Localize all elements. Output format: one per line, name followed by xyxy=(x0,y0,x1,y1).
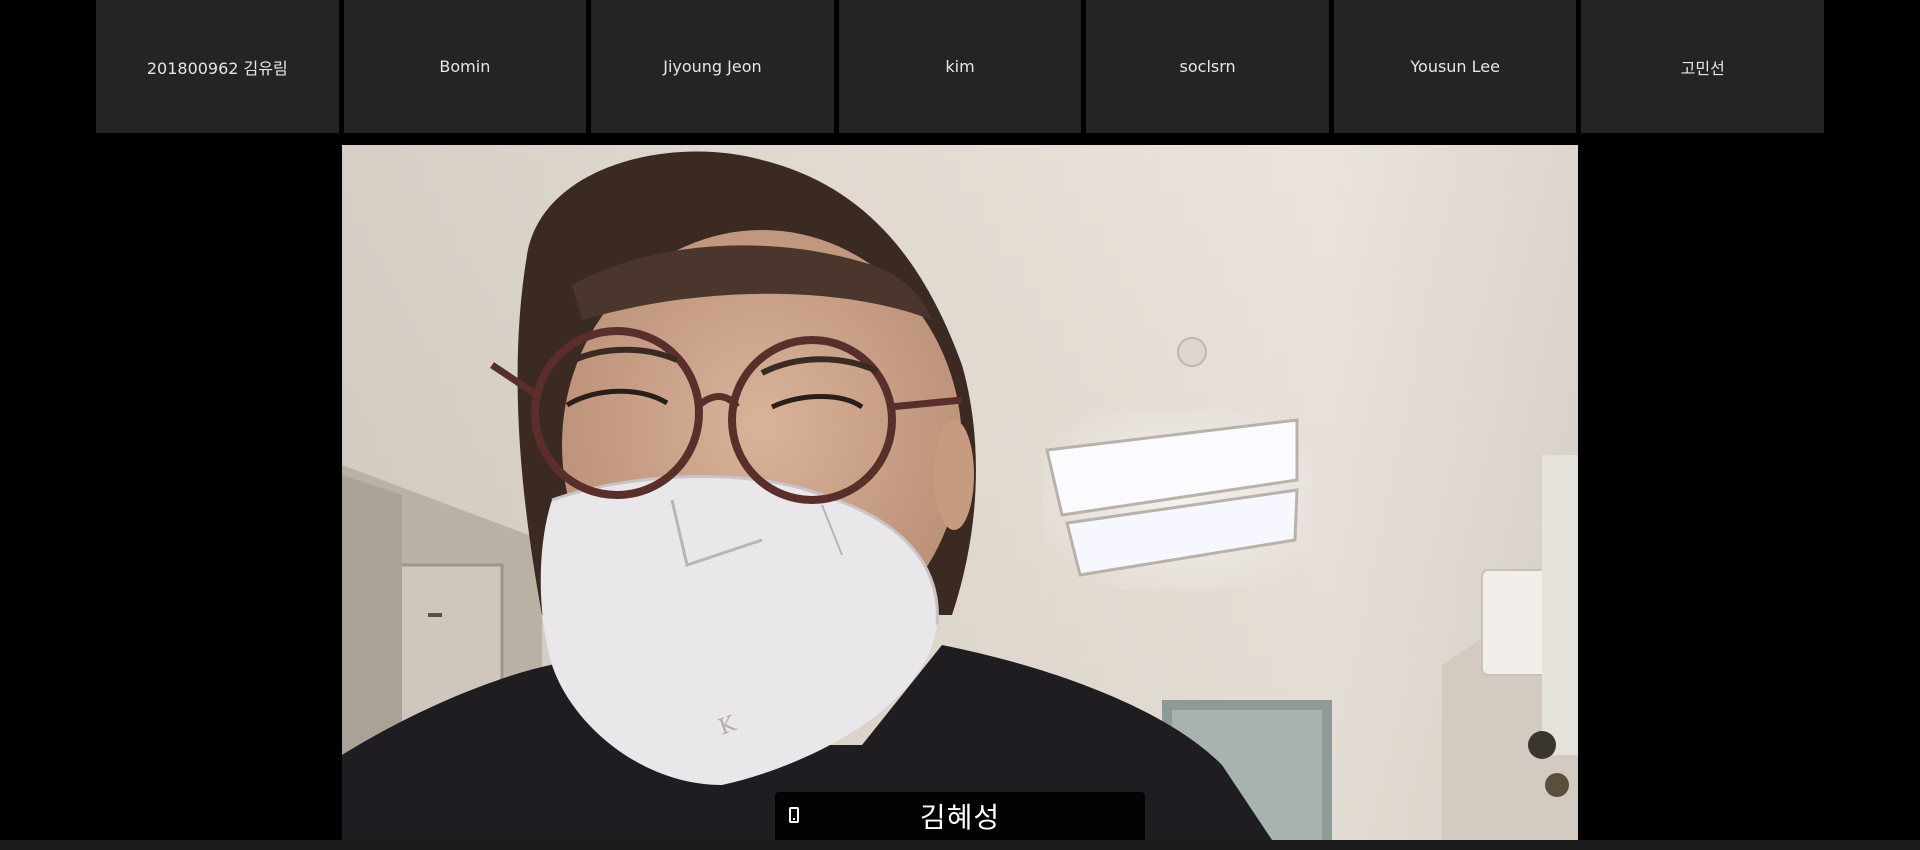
active-speaker-name: 김혜성 xyxy=(919,801,1001,834)
participant-tile[interactable]: soclsrn xyxy=(1086,0,1329,133)
active-speaker-video[interactable]: K xyxy=(342,145,1578,840)
participant-name: 고민선 xyxy=(1680,58,1725,78)
participant-name: 201800962 김유림 xyxy=(146,58,288,78)
participant-tile[interactable]: 고민선 xyxy=(1581,0,1825,133)
participant-name: kim xyxy=(945,57,975,76)
participant-tile[interactable]: 201800962 김유림 xyxy=(96,0,339,133)
participant-tile[interactable]: Jiyoung Jeon xyxy=(591,0,834,133)
active-speaker-name-tag: 김혜성 xyxy=(775,792,1145,840)
participant-name: Yousun Lee xyxy=(1410,57,1500,76)
participant-name: soclsrn xyxy=(1179,57,1236,76)
speaker-video-frame: K xyxy=(342,145,1578,840)
participant-tile[interactable]: Bomin xyxy=(343,0,587,133)
phone-icon xyxy=(789,807,799,823)
participant-tile[interactable]: kim xyxy=(838,0,1082,133)
participant-name: Bomin xyxy=(439,57,491,76)
bottom-edge-bar xyxy=(0,840,1920,850)
participant-name: Jiyoung Jeon xyxy=(663,57,762,76)
participant-gallery-strip: 201800962 김유림 Bomin Jiyoung Jeon kim soc… xyxy=(96,0,1825,133)
participant-tile[interactable]: Yousun Lee xyxy=(1333,0,1577,133)
meeting-window: 201800962 김유림 Bomin Jiyoung Jeon kim soc… xyxy=(0,0,1920,850)
